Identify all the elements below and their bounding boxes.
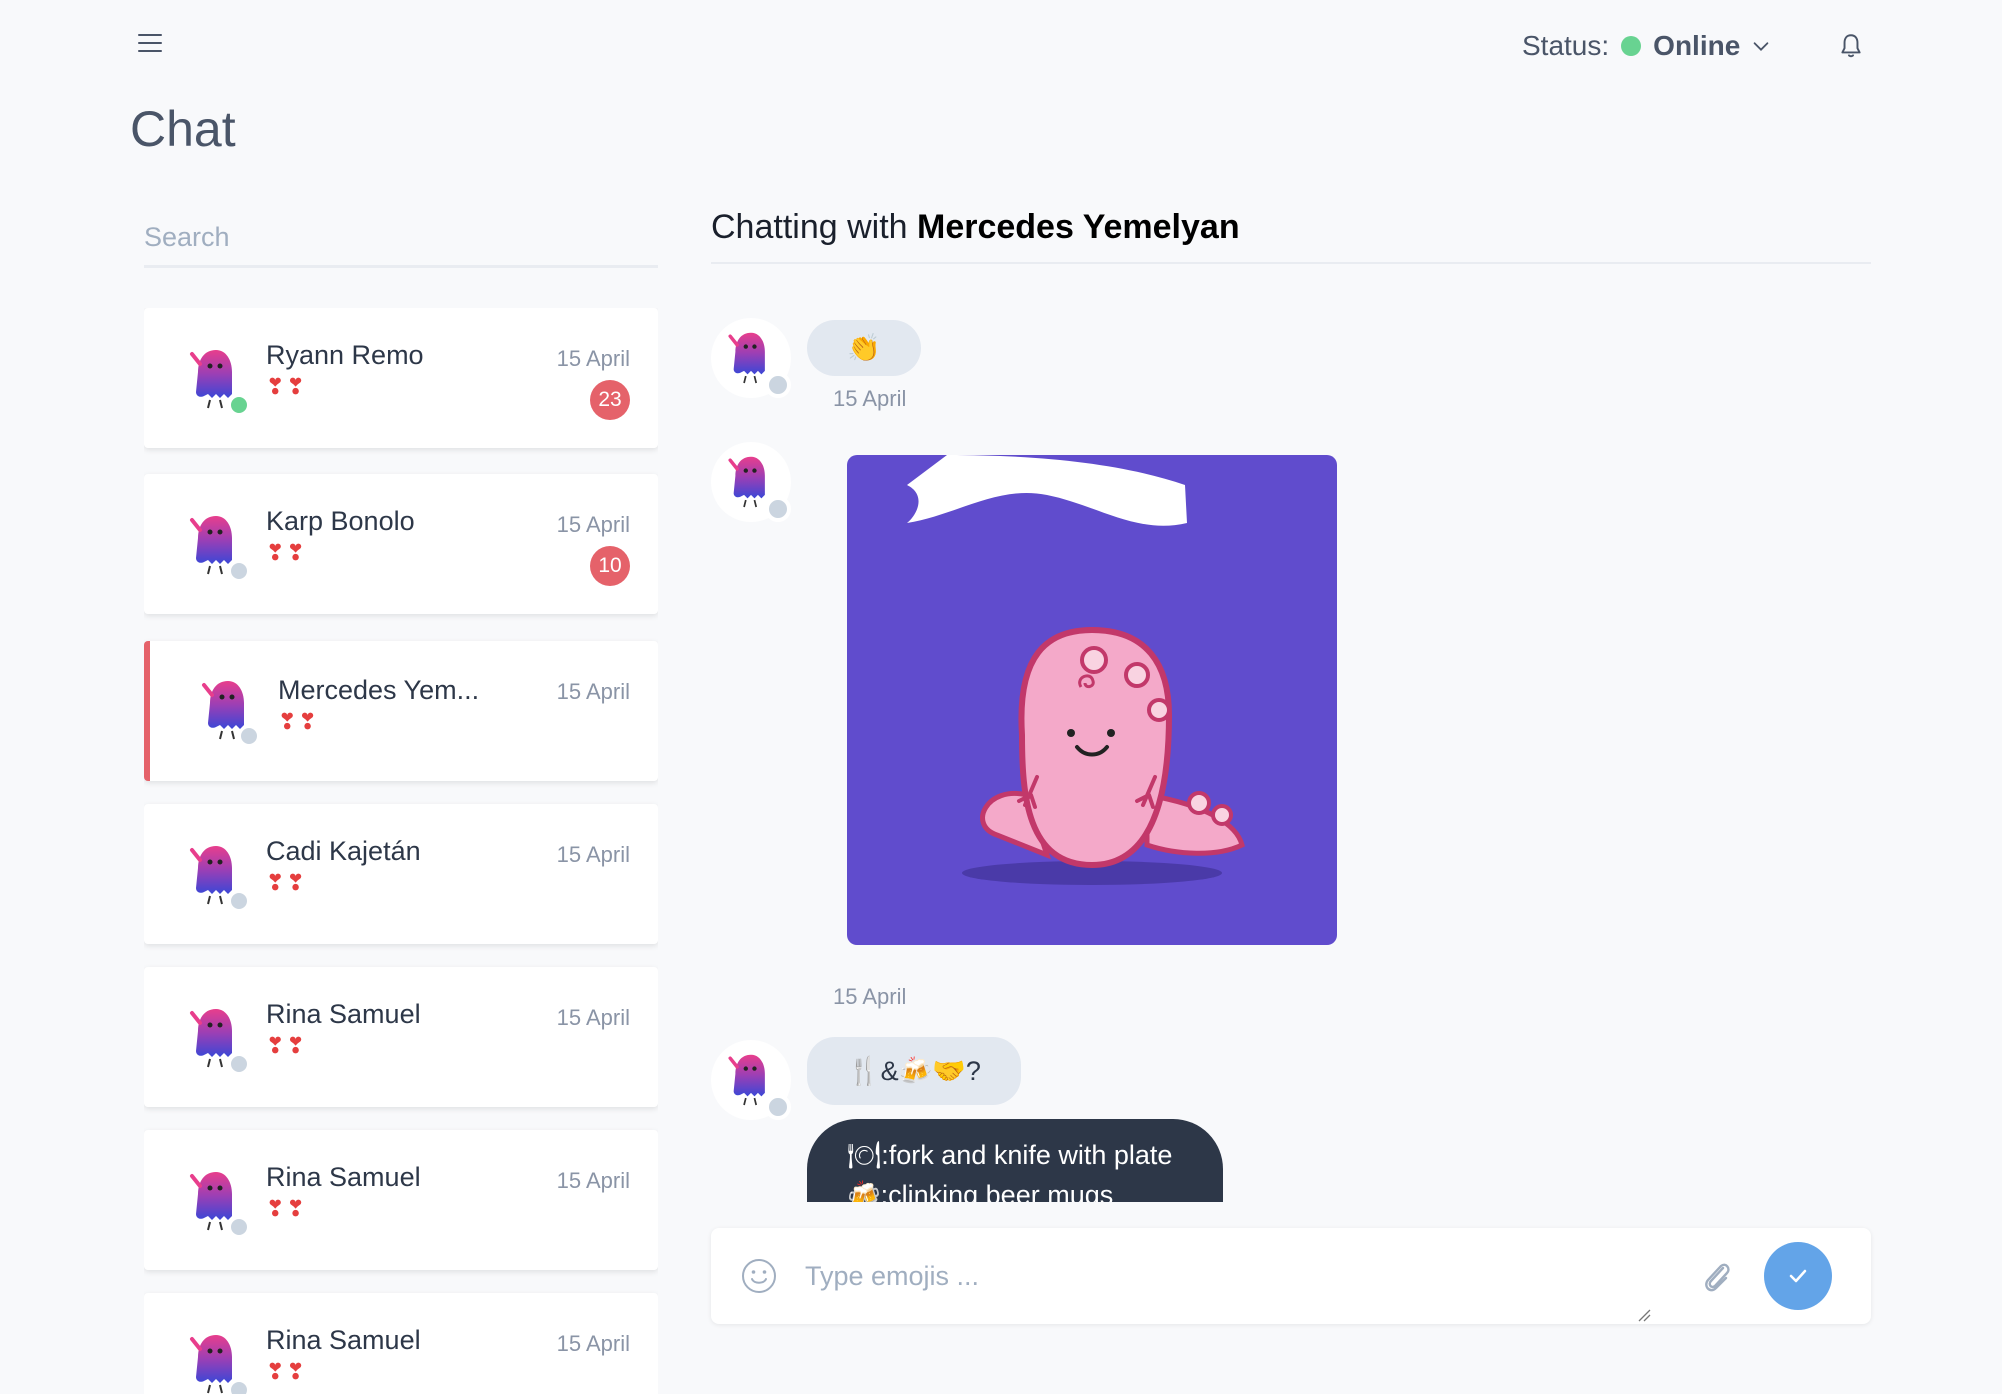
contact-date: 15 April (556, 1168, 630, 1193)
unread-badge: 23 (590, 380, 630, 420)
contact-item[interactable]: Karp Bonolo ❣❣ 15 April 10 (144, 474, 658, 614)
resize-handle-icon[interactable] (1637, 1308, 1651, 1322)
contact-item[interactable]: Ryann Remo ❣❣ 15 April 23 (144, 308, 658, 448)
message-composer (711, 1228, 1871, 1324)
contact-date: 15 April (556, 842, 630, 867)
paperclip-icon[interactable] (1697, 1256, 1737, 1296)
contact-item[interactable]: Cadi Kajetán ❣❣ 15 April (144, 804, 658, 944)
translation-bubble: 🍽:fork and knife with plate 🍻:clinking b… (807, 1119, 1223, 1202)
chat-partner-name: Mercedes Yemelyan (917, 208, 1240, 246)
search-input[interactable] (144, 210, 658, 268)
message-preview: ❣❣ (266, 374, 307, 399)
contact-date: 15 April (556, 679, 630, 704)
contact-item[interactable]: Rina Samuel ❣❣ 15 April (144, 967, 658, 1107)
status-value: Online (1653, 30, 1741, 61)
contact-date: 15 April (556, 1005, 630, 1030)
message-bubble: 🍴&🍻🤝? (807, 1037, 1021, 1105)
online-status-dot (1621, 36, 1642, 56)
contact-list: Ryann Remo ❣❣ 15 April 23 Karp Bonolo ❣❣… (144, 308, 658, 1394)
presence-dot (765, 496, 791, 522)
presence-dot (765, 372, 791, 398)
status-label: Status: (1522, 30, 1610, 61)
checkmark-icon (1789, 1269, 1807, 1283)
message-thread: 👏 15 April 15 April 🍴&🍻🤝? 🍽:fork and kni… (711, 300, 1871, 1202)
contact-date: 15 April (556, 346, 630, 371)
pink-dinosaur-sticker (847, 455, 1337, 945)
contact-item[interactable]: Rina Samuel ❣❣ 15 April (144, 1293, 658, 1394)
contact-name: Karp Bonolo (266, 506, 415, 536)
contact-name: Ryann Remo (266, 340, 424, 370)
contact-item-active[interactable]: Mercedes Yem... ❣❣ 15 April (144, 641, 658, 781)
contact-name: Rina Samuel (266, 1325, 421, 1355)
contact-date: 15 April (556, 1331, 630, 1356)
translation-line: 🍽:fork and knife with plate (847, 1140, 1173, 1170)
top-bar: Status: Online (0, 0, 2002, 90)
message-input[interactable] (805, 1250, 1685, 1302)
chat-heading-prefix: Chatting with (711, 208, 908, 246)
message-preview: ❣❣ (266, 870, 307, 895)
presence-dot (765, 1094, 791, 1120)
presence-dot (228, 1053, 250, 1075)
avatar (711, 318, 791, 398)
presence-dot (228, 890, 250, 912)
avatar (711, 442, 791, 522)
message-preview: ❣❣ (266, 540, 307, 565)
contact-name: Rina Samuel (266, 999, 421, 1029)
send-button[interactable] (1764, 1242, 1832, 1310)
presence-dot (228, 394, 250, 416)
message-date: 15 April (833, 984, 907, 1009)
page-title: Chat (130, 101, 236, 157)
message-preview: ❣❣ (266, 1033, 307, 1058)
status-dropdown[interactable]: Status: Online (1522, 28, 1772, 64)
presence-dot (228, 1379, 250, 1394)
chat-heading: Chatting with Mercedes Yemelyan (711, 208, 1240, 247)
contact-name: Cadi Kajetán (266, 836, 421, 866)
avatar (711, 1040, 791, 1120)
contact-item[interactable]: Rina Samuel ❣❣ 15 April (144, 1130, 658, 1270)
presence-dot (228, 560, 250, 582)
chevron-down-icon (1753, 42, 1769, 51)
divider (711, 262, 1871, 264)
contact-name: Mercedes Yem... (278, 675, 480, 705)
translation-line: 🍻:clinking beer mugs (847, 1180, 1114, 1202)
unread-badge: 10 (590, 546, 630, 586)
message-date: 15 April (833, 386, 907, 411)
message-preview: ❣❣ (278, 709, 319, 734)
contact-date: 15 April (556, 512, 630, 537)
message-bubble: 👏 (807, 320, 921, 376)
contact-name: Rina Samuel (266, 1162, 421, 1192)
message-preview: ❣❣ (266, 1196, 307, 1221)
presence-dot (238, 725, 260, 747)
message-preview: ❣❣ (266, 1359, 307, 1384)
smiley-icon[interactable] (741, 1258, 777, 1294)
presence-dot (228, 1216, 250, 1238)
bell-icon[interactable] (1838, 32, 1864, 60)
hamburger-icon[interactable] (138, 34, 162, 56)
